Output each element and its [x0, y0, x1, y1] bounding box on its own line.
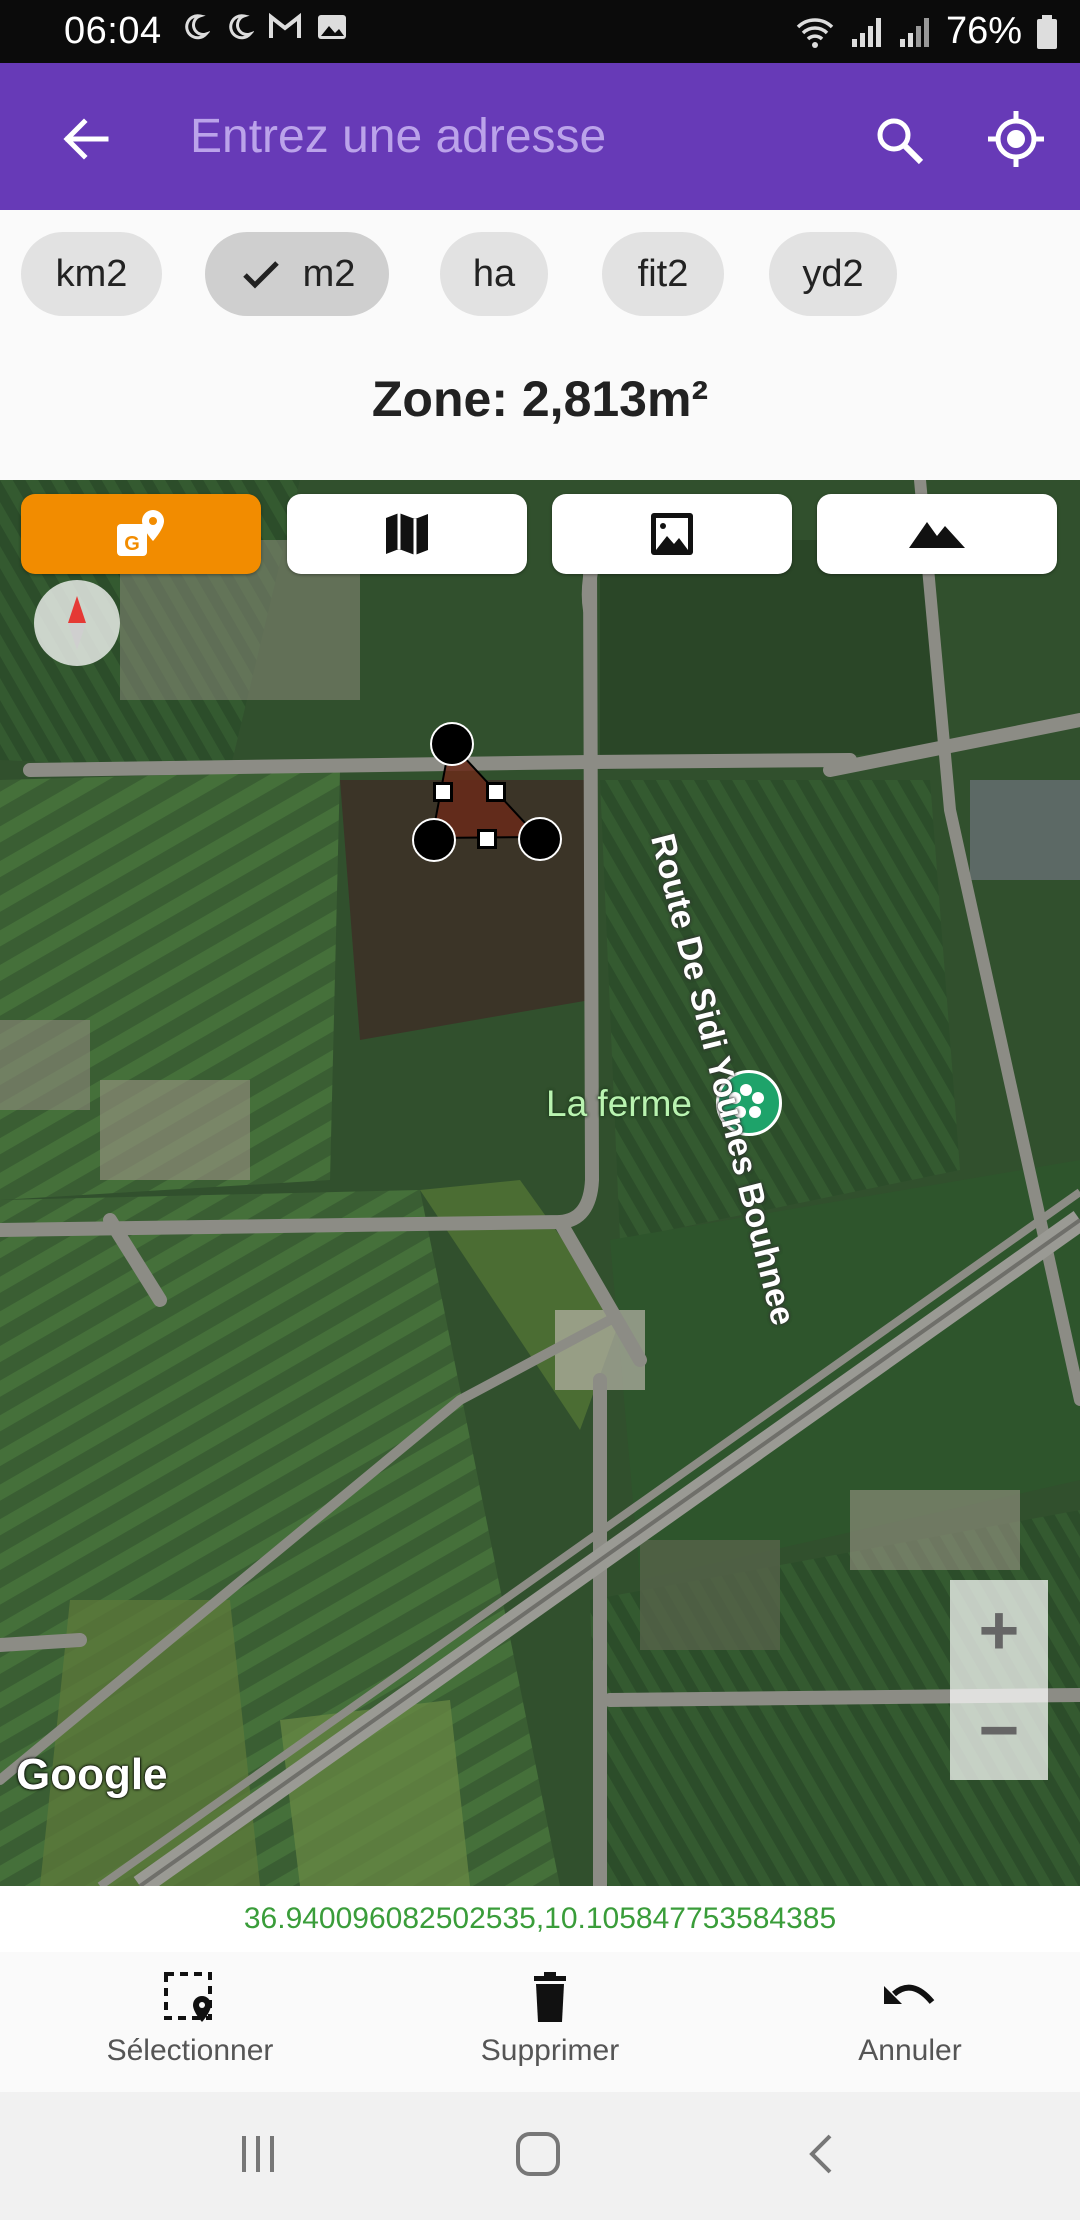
select-button[interactable]: Sélectionner: [40, 1970, 340, 2080]
zoom-in-label: +: [978, 1591, 1020, 1669]
map-type-normal-button[interactable]: [287, 494, 527, 574]
polygon-vertex[interactable]: [430, 722, 474, 766]
system-navigation-bar: [0, 2092, 1080, 2220]
status-bar: 06:04 76%: [0, 0, 1080, 63]
chip-yd2[interactable]: yd2: [769, 232, 897, 316]
undo-button[interactable]: Annuler: [760, 1970, 1060, 2080]
polygon-midpoint-handle[interactable]: [477, 829, 497, 849]
chip-label: km2: [55, 252, 128, 295]
address-search-input[interactable]: [190, 101, 830, 171]
chip-label: fit2: [637, 252, 689, 295]
coordinates-readout: 36.940096082502535,10.105847753584385: [0, 1886, 1080, 1954]
recent-apps-icon[interactable]: [236, 2132, 280, 2176]
polygon-midpoint-handle[interactable]: [486, 782, 506, 802]
undo-icon: [884, 1984, 935, 2004]
compass-button[interactable]: [34, 580, 120, 666]
home-icon[interactable]: [514, 2130, 562, 2178]
app-bar: [0, 63, 1080, 210]
chip-ha[interactable]: ha: [440, 232, 548, 316]
poi-label: La ferme: [546, 1083, 693, 1124]
chip-label: ha: [472, 252, 516, 295]
chip-fit2[interactable]: fit2: [602, 232, 724, 316]
status-time: 06:04: [64, 10, 162, 52]
map-type-terrain-button[interactable]: [817, 494, 1057, 574]
polygon-midpoint-handle[interactable]: [433, 782, 453, 802]
geo-map-icon: G: [117, 510, 164, 556]
satellite-imagery: [0, 480, 1080, 1886]
gmail-icon: [269, 12, 301, 38]
select-label: Sélectionner: [106, 2034, 274, 2067]
zoom-out-button[interactable]: −: [950, 1680, 1048, 1780]
polygon-vertex[interactable]: [518, 817, 562, 861]
chip-km2[interactable]: km2: [21, 232, 162, 316]
delete-label: Supprimer: [480, 2034, 620, 2067]
satellite-image-icon: [651, 513, 693, 555]
delete-button[interactable]: Supprimer: [400, 1970, 700, 2080]
svg-text:G: G: [124, 533, 140, 555]
arrow-left-icon[interactable]: [56, 109, 116, 169]
map-icon: [386, 513, 428, 555]
map-type-geo-button[interactable]: G: [21, 494, 261, 574]
zoom-in-button[interactable]: +: [950, 1580, 1048, 1680]
chip-label: yd2: [802, 252, 864, 295]
signal-icon: [851, 17, 881, 47]
moon-icon: [185, 14, 210, 40]
trash-icon: [534, 1972, 566, 2022]
back-nav-icon[interactable]: [800, 2132, 844, 2176]
zone-area-label: Zone: 2,813m²: [371, 371, 709, 427]
zoom-out-label: −: [978, 1691, 1020, 1769]
chip-label: m2: [302, 252, 356, 295]
compass-icon: [68, 596, 86, 650]
search-icon[interactable]: [870, 111, 930, 171]
polygon-vertex[interactable]: [412, 818, 456, 862]
signal-icon: [899, 17, 929, 47]
battery-icon: [1037, 14, 1057, 49]
terrain-icon: [909, 522, 965, 548]
select-area-icon: [164, 1972, 212, 2022]
gallery-icon: [318, 15, 346, 39]
undo-label: Annuler: [858, 2034, 962, 2067]
battery-percent: 76%: [945, 10, 1022, 52]
bottom-action-bar: Sélectionner Supprimer Annuler: [0, 1952, 1080, 2092]
map-view[interactable]: La ferme Route De Sidi Younes Bouhnee G …: [0, 480, 1080, 1886]
map-type-satellite-button[interactable]: [552, 494, 792, 574]
check-icon: [242, 261, 279, 289]
chip-m2[interactable]: m2: [205, 232, 389, 316]
unit-selector: km2 m2 ha fit2 yd2 Zone: 2,813m²: [0, 210, 1080, 480]
moon-icon: [229, 14, 254, 40]
wifi-icon: [796, 17, 834, 48]
my-location-icon[interactable]: [984, 107, 1048, 171]
google-attribution: Google: [16, 1750, 168, 1799]
